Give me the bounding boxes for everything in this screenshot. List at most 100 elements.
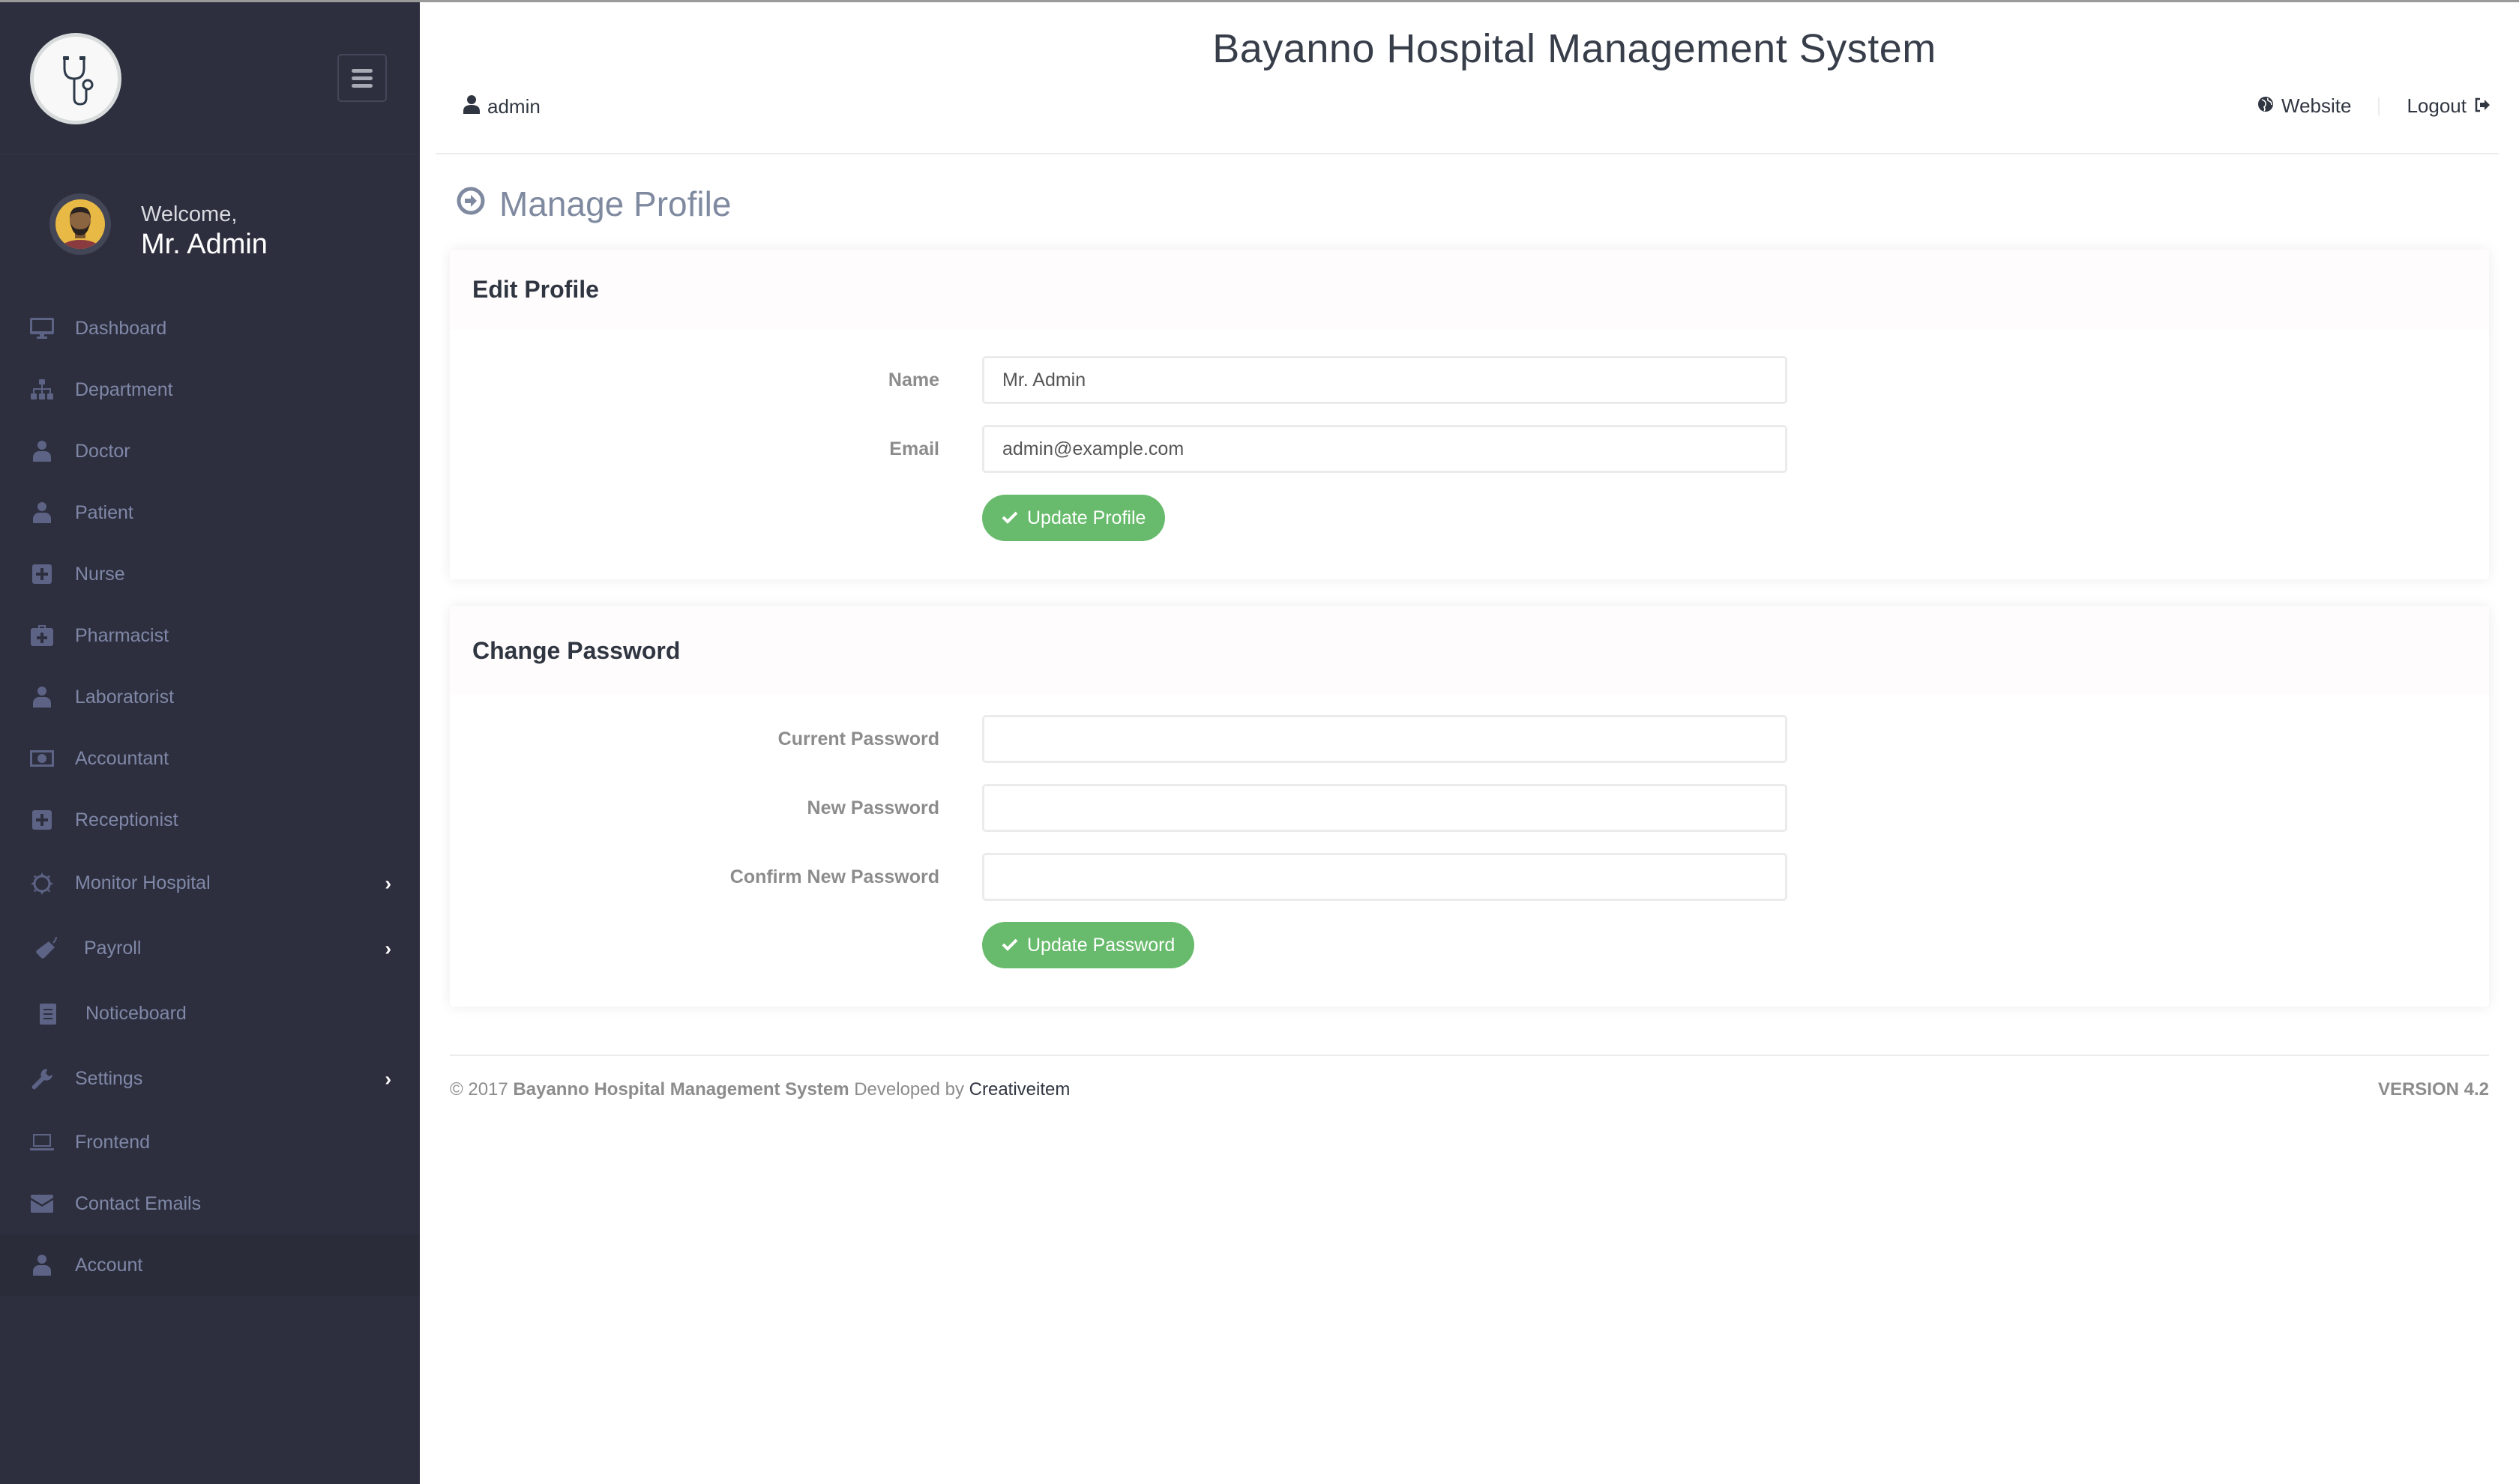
sidebar-item-monitor-hospital[interactable]: Monitor Hospital › xyxy=(0,851,420,916)
sidebar-item-nurse[interactable]: Nurse xyxy=(0,543,420,605)
sidebar-user-block: Welcome, Mr. Admin xyxy=(0,191,420,266)
browser-top-border xyxy=(0,0,2519,2)
envelope-icon xyxy=(28,1191,55,1216)
sidebar-item-frontend[interactable]: Frontend xyxy=(0,1112,420,1173)
sidebar-item-dashboard[interactable]: Dashboard xyxy=(0,298,420,359)
sidebar: Welcome, Mr. Admin Dashboard Department … xyxy=(0,0,420,1484)
sidebar-logo-area xyxy=(0,0,420,155)
sidebar-item-settings[interactable]: Settings › xyxy=(0,1046,420,1112)
arrow-circle-right-icon xyxy=(456,184,486,224)
update-password-label: Update Password xyxy=(1027,934,1176,956)
sidebar-item-pharmacist[interactable]: Pharmacist xyxy=(0,605,420,666)
email-row: Email xyxy=(450,425,2489,473)
email-input[interactable] xyxy=(982,425,1787,473)
user-icon xyxy=(28,1252,55,1278)
edit-profile-heading: Edit Profile xyxy=(450,250,2489,330)
footer-developed-by: Developed by xyxy=(854,1079,964,1100)
change-password-panel: Change Password Current Password New Pas… xyxy=(450,606,2489,1007)
sidebar-item-patient[interactable]: Patient xyxy=(0,482,420,543)
medkit-icon xyxy=(28,623,55,648)
check-icon xyxy=(1002,935,1018,956)
new-password-row: New Password xyxy=(450,784,2489,832)
sidebar-item-label: Account xyxy=(75,1254,143,1276)
plus-square-icon xyxy=(28,807,55,833)
website-label: Website xyxy=(2281,94,2352,117)
copyright-prefix: © 2017 xyxy=(450,1079,508,1100)
sidebar-item-label: Department xyxy=(75,378,173,400)
name-label: Name xyxy=(888,370,939,390)
footer-copyright: © 2017 Bayanno Hospital Management Syste… xyxy=(450,1079,1070,1100)
sidebar-item-label: Dashboard xyxy=(75,317,167,339)
update-profile-label: Update Profile xyxy=(1027,507,1146,528)
doctor-icon xyxy=(28,438,55,464)
sun-icon xyxy=(28,871,55,896)
sidebar-user-name: Mr. Admin xyxy=(141,229,268,260)
header-user[interactable]: admin xyxy=(463,94,541,119)
chevron-right-icon: › xyxy=(385,937,391,959)
laptop-icon xyxy=(28,1129,55,1155)
sidebar-item-label: Frontend xyxy=(75,1131,151,1153)
header-username: admin xyxy=(487,95,541,118)
sitemap-icon xyxy=(28,377,55,402)
confirm-password-label: Confirm New Password xyxy=(729,866,939,887)
sidebar-item-label: Payroll xyxy=(84,938,142,959)
main-content: Bayanno Hospital Management System admin… xyxy=(420,0,2519,1484)
tag-icon xyxy=(33,936,60,962)
logout-link[interactable]: Logout xyxy=(2407,94,2491,118)
footer-divider xyxy=(450,1055,2489,1056)
file-text-icon xyxy=(34,1001,61,1027)
current-password-label: Current Password xyxy=(777,729,939,749)
sidebar-item-account[interactable]: Account xyxy=(0,1234,420,1296)
confirm-password-row: Confirm New Password xyxy=(450,853,2489,901)
change-password-heading: Change Password xyxy=(450,606,2489,695)
sign-out-icon xyxy=(2474,94,2491,118)
avatar-image xyxy=(55,199,105,249)
edit-profile-panel: Edit Profile Name Email Update Profile xyxy=(450,250,2489,579)
current-password-input[interactable] xyxy=(982,715,1787,763)
developer-link[interactable]: Creativeitem xyxy=(969,1079,1071,1100)
sidebar-item-payroll[interactable]: Payroll › xyxy=(0,916,420,981)
sidebar-toggle-button[interactable] xyxy=(337,54,387,102)
user-icon xyxy=(28,500,55,525)
hamburger-icon-bar xyxy=(352,76,373,80)
stethoscope-logo-icon[interactable] xyxy=(30,33,121,124)
money-icon xyxy=(28,746,55,771)
sidebar-item-label: Laboratorist xyxy=(75,686,175,708)
name-row: Name xyxy=(450,356,2489,404)
sidebar-item-doctor[interactable]: Doctor xyxy=(0,420,420,482)
globe-icon xyxy=(2257,94,2274,118)
sidebar-item-accountant[interactable]: Accountant xyxy=(0,728,420,789)
wrench-icon xyxy=(28,1067,55,1092)
sidebar-item-contact-emails[interactable]: Contact Emails xyxy=(0,1173,420,1234)
sidebar-item-department[interactable]: Department xyxy=(0,359,420,420)
page-title-text: Manage Profile xyxy=(499,184,732,223)
website-link[interactable]: Website xyxy=(2257,94,2351,118)
user-icon xyxy=(28,684,55,710)
sidebar-item-laboratorist[interactable]: Laboratorist xyxy=(0,666,420,728)
email-label: Email xyxy=(889,438,939,459)
sidebar-item-label: Patient xyxy=(75,501,133,523)
sidebar-item-label: Doctor xyxy=(75,440,130,462)
update-password-button[interactable]: Update Password xyxy=(982,922,1195,968)
app-title: Bayanno Hospital Management System xyxy=(1212,26,1936,71)
header-separator xyxy=(2378,97,2380,115)
sidebar-item-label: Contact Emails xyxy=(75,1192,202,1214)
name-input[interactable] xyxy=(982,356,1787,404)
current-password-row: Current Password xyxy=(450,715,2489,763)
sidebar-item-label: Pharmacist xyxy=(75,624,169,646)
new-password-input[interactable] xyxy=(982,784,1787,832)
sidebar-item-label: Accountant xyxy=(75,747,169,769)
new-password-label: New Password xyxy=(807,797,939,818)
confirm-password-input[interactable] xyxy=(982,853,1787,901)
avatar xyxy=(49,193,111,255)
welcome-text: Welcome, xyxy=(141,202,238,226)
sidebar-item-receptionist[interactable]: Receptionist xyxy=(0,789,420,851)
version-label: VERSION 4.2 xyxy=(2377,1079,2489,1100)
sidebar-item-noticeboard[interactable]: Noticeboard xyxy=(0,981,420,1046)
update-profile-button[interactable]: Update Profile xyxy=(982,495,1166,541)
check-icon xyxy=(1002,507,1018,529)
header-divider xyxy=(436,153,2499,154)
sidebar-item-label: Receptionist xyxy=(75,809,178,830)
sidebar-item-label: Monitor Hospital xyxy=(75,872,211,893)
header-links: Website Logout xyxy=(2257,94,2491,118)
